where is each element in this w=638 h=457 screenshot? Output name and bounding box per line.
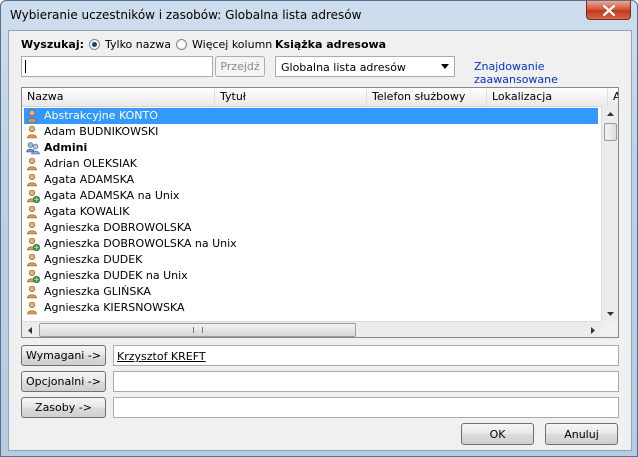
horizontal-scroll-thumb[interactable] (39, 323, 356, 337)
list-item[interactable]: Agata KOWALIK (24, 204, 598, 220)
radio-name-only-label: Tylko nazwa (105, 38, 171, 51)
column-title[interactable]: Tytuł (215, 88, 367, 106)
ok-button[interactable]: OK (461, 423, 534, 445)
user-icon (26, 173, 40, 187)
required-attendees-button[interactable]: Wymagani -> (21, 345, 106, 366)
dialog-window: Wybieranie uczestników i zasobów: Global… (0, 0, 638, 457)
external-user-icon (26, 269, 41, 284)
required-attendees-field[interactable]: Krzysztof KREFT (113, 345, 619, 366)
list-item[interactable]: Agnieszka DUDEK (24, 252, 598, 268)
search-input[interactable] (21, 56, 213, 77)
resources-field[interactable] (113, 397, 619, 418)
user-icon (26, 301, 40, 315)
dialog-body: Wyszukaj: Tylko nazwa Więcej kolumn Ksią… (8, 30, 632, 451)
vertical-scroll-thumb[interactable] (604, 123, 617, 141)
radio-name-only[interactable] (89, 39, 100, 50)
user-icon (26, 205, 40, 219)
column-business-phone[interactable]: Telefon służbowy (367, 88, 487, 106)
list-item-name: Agata KOWALIK (44, 205, 130, 218)
group-icon (26, 141, 40, 155)
list-item[interactable]: Agata ADAMSKA na Unix (24, 188, 598, 204)
list-item-name: Adrian OLEKSIAK (44, 157, 138, 170)
text-caret (25, 60, 26, 73)
addressbook-label: Książka adresowa (275, 38, 387, 51)
chevron-down-icon (441, 64, 449, 69)
list-item[interactable]: Agnieszka DUDEK na Unix (24, 268, 598, 284)
list-item-name: Agnieszka DUDEK (44, 253, 143, 266)
required-attendee-name[interactable]: Krzysztof KREFT (117, 350, 206, 363)
list-item[interactable]: Admini (24, 140, 598, 156)
arrow-left-icon (28, 326, 32, 334)
list-item-name: Agata ADAMSKA na Unix (44, 189, 180, 202)
vertical-scrollbar[interactable] (601, 106, 618, 322)
optional-attendees-button[interactable]: Opcjonalni -> (21, 371, 106, 392)
user-icon (26, 125, 40, 139)
list-item[interactable]: Agnieszka DOBROWOLSKA na Unix (24, 236, 598, 252)
user-icon (26, 109, 40, 123)
list-item-name: Abstrakcyjne KONTO (44, 109, 158, 122)
arrow-down-icon (606, 312, 614, 316)
external-user-icon (26, 189, 41, 204)
radio-more-columns-label: Więcej kolumn (192, 38, 273, 51)
list-item[interactable]: Adrian OLEKSIAK (24, 156, 598, 172)
user-icon (26, 285, 40, 299)
advanced-find-link[interactable]: Znajdowanie zaawansowane (474, 60, 631, 86)
title-bar[interactable]: Wybieranie uczestników i zasobów: Global… (1, 1, 637, 30)
scroll-up-button[interactable] (602, 106, 618, 122)
column-name[interactable]: Nazwa (22, 88, 215, 106)
list-item[interactable]: Agnieszka DOBROWOLSKA (24, 220, 598, 236)
list-item[interactable]: Agata ADAMSKA (24, 172, 598, 188)
list-item-name: Admini (44, 141, 88, 154)
list-item[interactable]: Agnieszka GLIŃSKA (24, 284, 598, 300)
address-list: Nazwa Tytuł Telefon służbowy Lokalizacja… (21, 87, 619, 338)
scrollbar-corner (601, 321, 618, 337)
list-item-name: Agnieszka DOBROWOLSKA na Unix (44, 237, 237, 250)
arrow-up-icon (606, 112, 614, 116)
scroll-left-button[interactable] (22, 322, 38, 337)
radio-more-columns[interactable] (176, 39, 187, 50)
user-icon (26, 221, 40, 235)
list-item[interactable]: Abstrakcyjne KONTO (24, 108, 598, 124)
cancel-button[interactable]: Anuluj (545, 423, 618, 445)
external-user-icon (26, 237, 41, 252)
user-icon (26, 253, 40, 267)
resources-button[interactable]: Zasoby -> (21, 397, 106, 418)
column-more[interactable]: A (608, 88, 618, 106)
list-item-name: Agnieszka DOBROWOLSKA (44, 221, 192, 234)
optional-attendees-field[interactable] (113, 371, 619, 392)
close-icon (602, 4, 615, 16)
scroll-down-button[interactable] (602, 306, 618, 322)
list-item[interactable]: Agnieszka KIERSNOWSKA (24, 300, 598, 316)
list-item[interactable]: Adam BUDNIKOWSKI (24, 124, 598, 140)
list-header: Nazwa Tytuł Telefon służbowy Lokalizacja… (22, 88, 618, 107)
list-item-name: Adam BUDNIKOWSKI (44, 125, 159, 138)
list-item-name: Agnieszka KIERSNOWSKA (44, 301, 185, 314)
scroll-right-button[interactable] (585, 322, 601, 337)
column-location[interactable]: Lokalizacja (487, 88, 608, 106)
go-button[interactable]: Przejdź (215, 56, 265, 77)
horizontal-scrollbar[interactable] (22, 321, 601, 337)
list-item-name: Agnieszka GLIŃSKA (44, 285, 151, 298)
window-title: Wybieranie uczestników i zasobów: Global… (10, 8, 362, 22)
list-item-name: Agnieszka DUDEK na Unix (44, 269, 188, 282)
close-button[interactable] (586, 1, 631, 20)
list-item-name: Agata ADAMSKA (44, 173, 135, 186)
addressbook-select[interactable]: Globalna lista adresów (275, 56, 455, 77)
addressbook-selected: Globalna lista adresów (281, 61, 406, 74)
user-icon (26, 157, 40, 171)
arrow-right-icon (591, 326, 595, 334)
search-label: Wyszukaj: (21, 38, 84, 51)
